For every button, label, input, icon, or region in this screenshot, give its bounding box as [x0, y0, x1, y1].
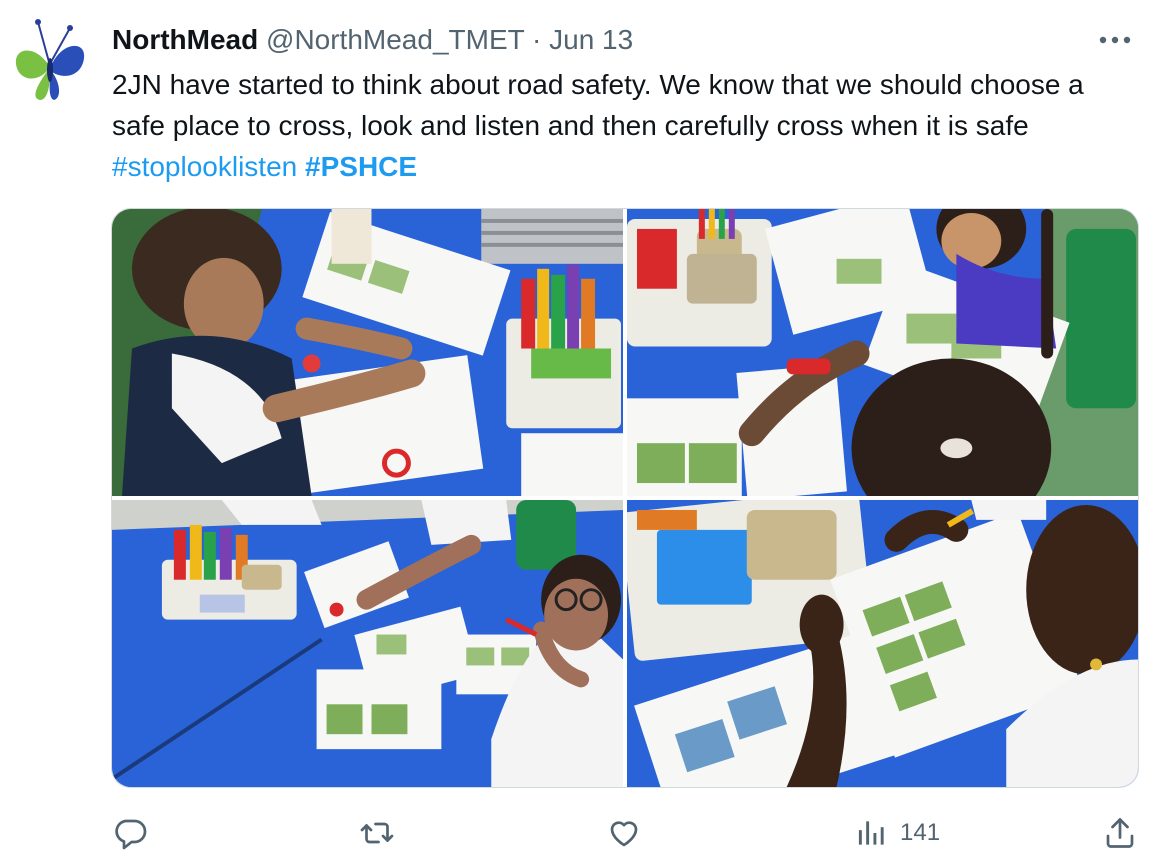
views-count: 141	[900, 819, 941, 846]
like-button[interactable]	[606, 808, 642, 858]
tweet-text: 2JN have started to think about road saf…	[112, 64, 1142, 187]
media-grid	[111, 208, 1139, 788]
photo-2-image	[627, 209, 1138, 496]
heart-icon	[610, 821, 638, 847]
hashtag-stoplooklisten[interactable]: #stoplooklisten	[112, 151, 297, 182]
photo-4-image	[627, 500, 1138, 787]
reply-icon	[115, 819, 147, 850]
butterfly-logo-icon	[15, 19, 85, 100]
reply-button[interactable]	[112, 808, 148, 858]
views-button[interactable]: 141	[856, 808, 940, 858]
views-icon	[858, 821, 884, 845]
photo-3[interactable]	[112, 500, 623, 787]
retweet-button[interactable]	[358, 808, 396, 858]
photo-3-image	[112, 500, 623, 787]
author-handle[interactable]: @NorthMead_TMET	[266, 24, 524, 55]
more-options-button[interactable]	[1094, 26, 1136, 54]
share-button[interactable]	[1102, 808, 1138, 858]
meta-separator: ·	[532, 24, 542, 55]
photo-1[interactable]	[112, 209, 623, 496]
share-icon	[1106, 818, 1134, 848]
tweet-date[interactable]: Jun 13	[549, 24, 633, 55]
tweet: NorthMead @NorthMead_TMET · Jun 13 2JN h…	[0, 0, 1152, 862]
retweet-icon	[360, 822, 394, 844]
hashtag-pshce[interactable]: #PSHCE	[305, 151, 417, 182]
photo-1-image	[112, 209, 623, 496]
action-bar: 141	[0, 808, 1152, 858]
photo-4[interactable]	[627, 500, 1138, 787]
tweet-header: NorthMead @NorthMead_TMET · Jun 13	[112, 24, 633, 56]
photo-2[interactable]	[627, 209, 1138, 496]
more-dots-icon	[1099, 36, 1131, 44]
author-name[interactable]: NorthMead	[112, 24, 258, 55]
tweet-text-body: 2JN have started to think about road saf…	[112, 69, 1084, 141]
avatar[interactable]	[12, 18, 86, 102]
